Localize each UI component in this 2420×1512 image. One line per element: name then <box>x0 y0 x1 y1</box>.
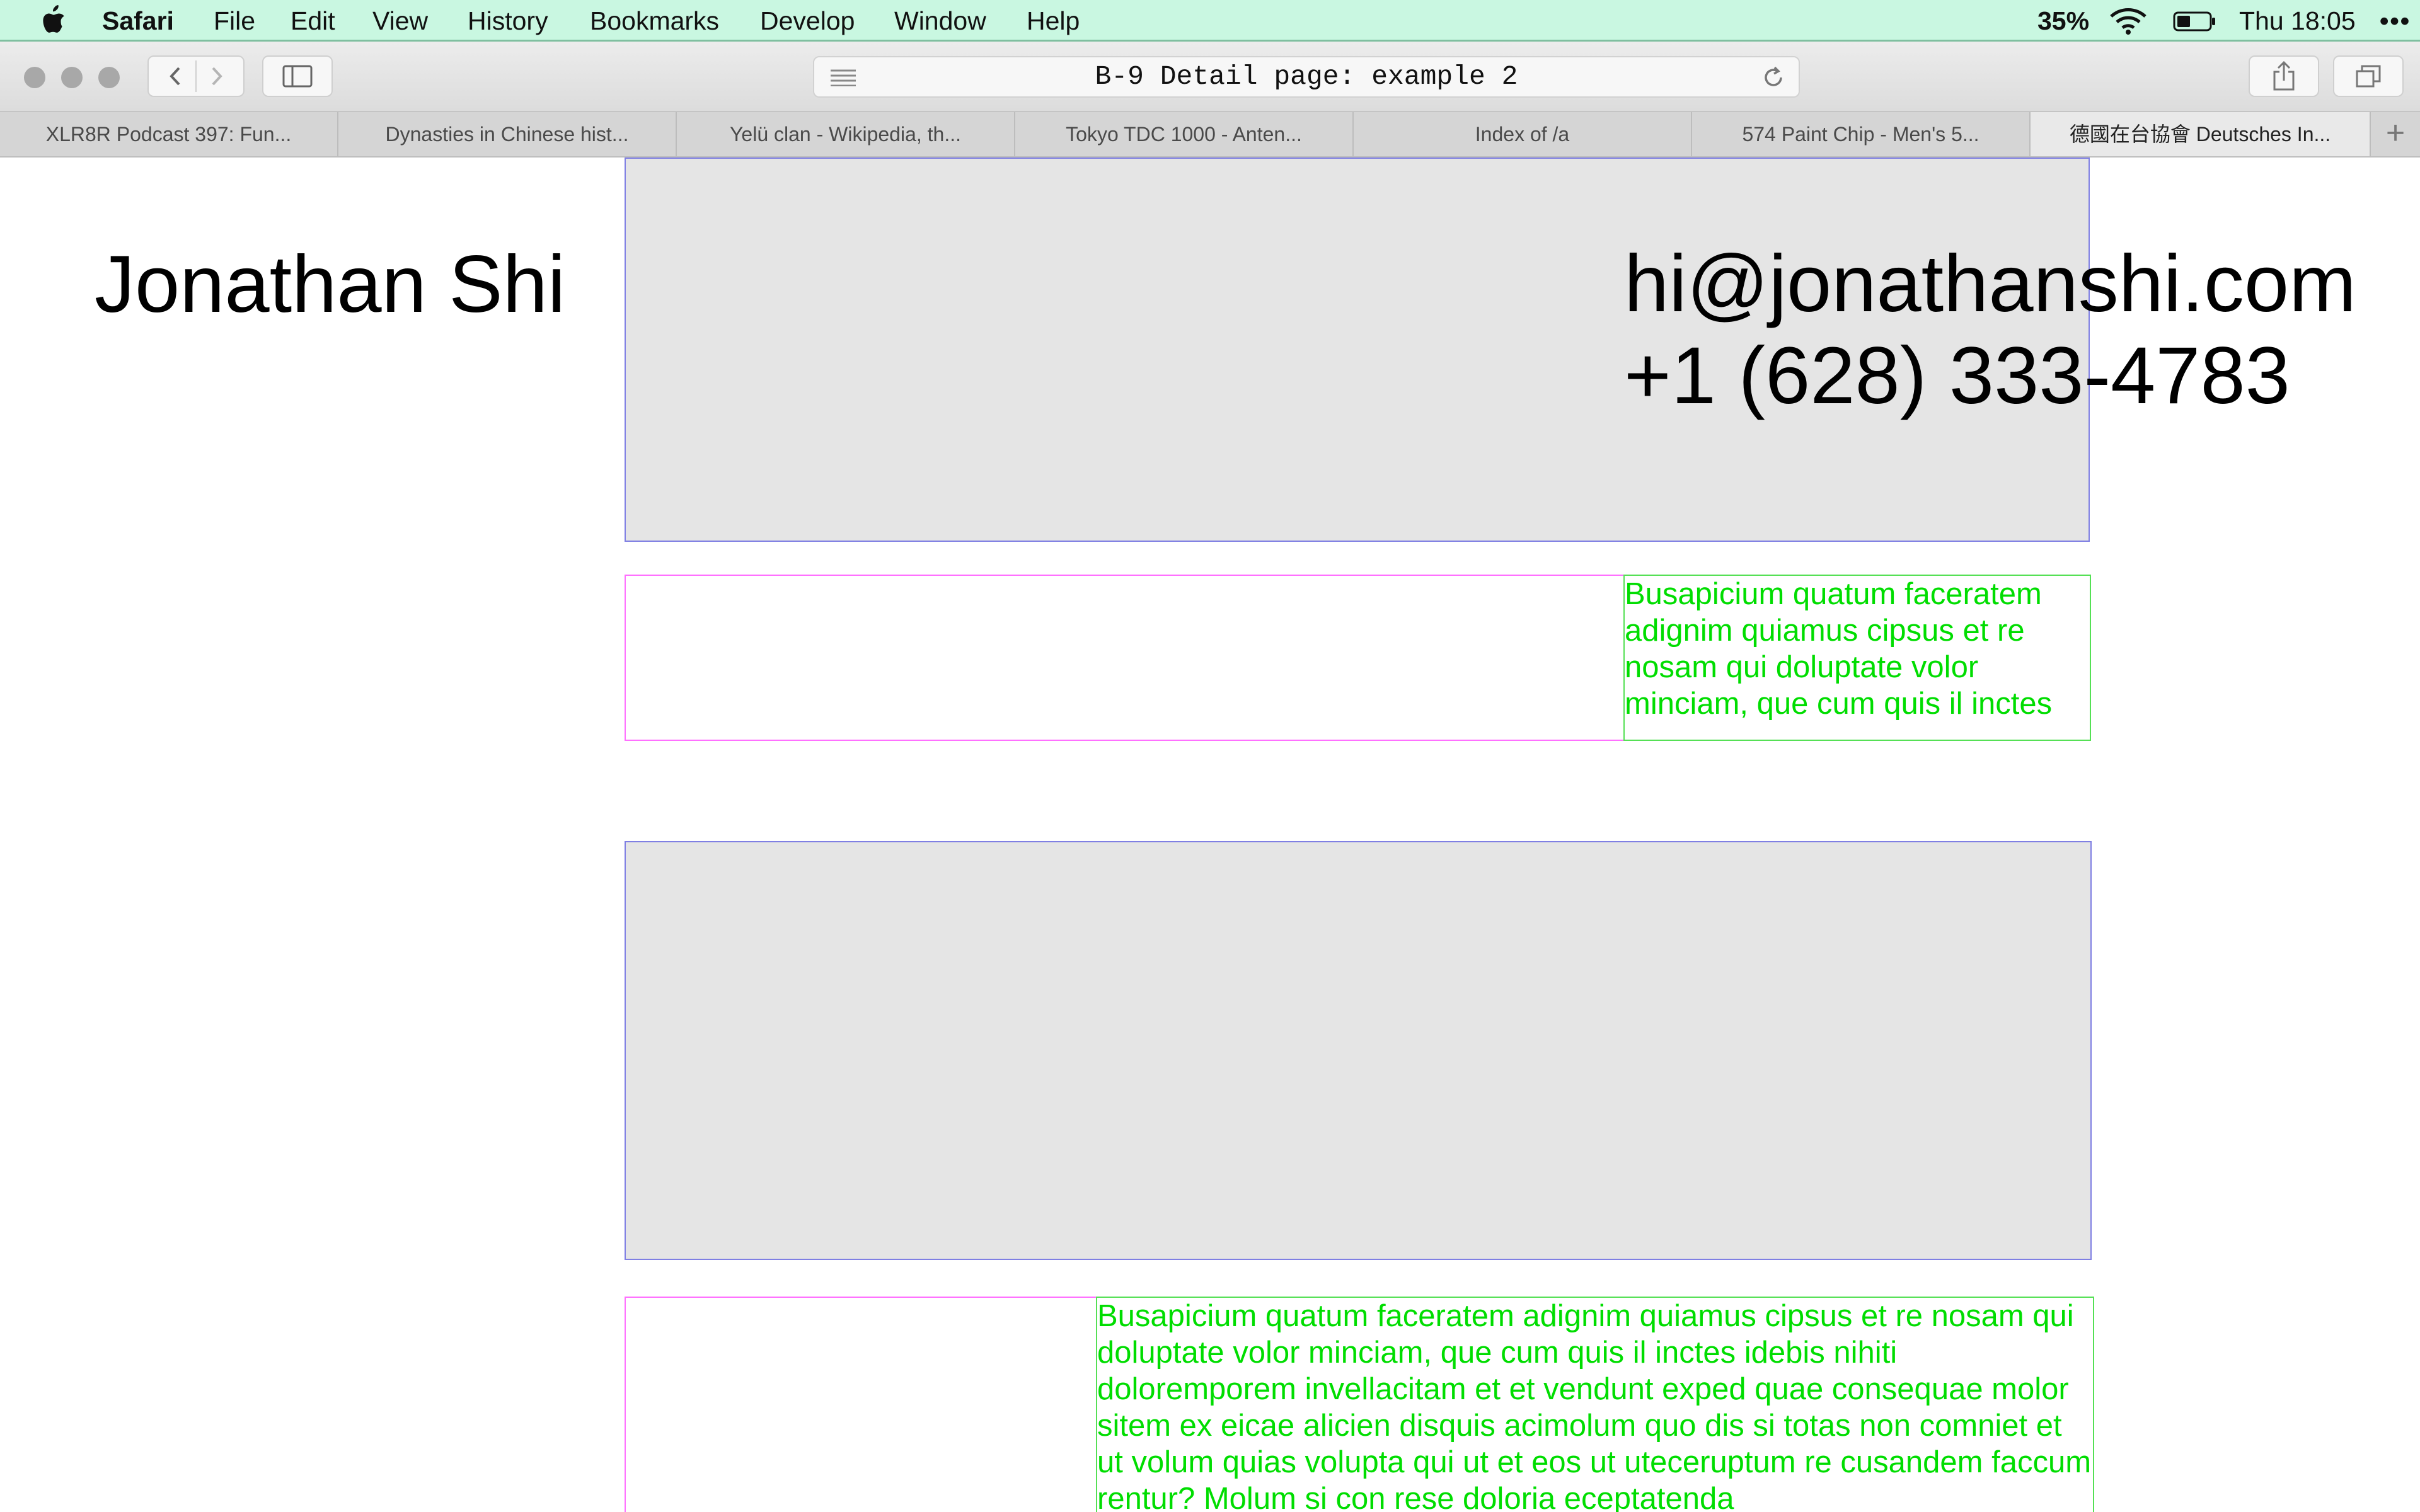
browser-toolbar: B-9 Detail page: example 2 <box>0 42 2420 112</box>
menu-bar: Safari File Edit View History Bookmarks … <box>0 0 2420 42</box>
new-tab-button[interactable]: + <box>2371 112 2420 156</box>
caption-block-2: Busapicium quatum faceratem adignim quia… <box>1096 1297 2094 1512</box>
sidebar-button[interactable] <box>262 55 333 97</box>
menu-help[interactable]: Help <box>1027 0 1080 42</box>
menu-view[interactable]: View <box>372 0 428 42</box>
minimize-window-button[interactable] <box>61 67 83 88</box>
contact-phone[interactable]: +1 (628) 333-4783 <box>1624 330 2356 422</box>
caption-block-1: Busapicium quatum faceratem adignim quia… <box>1623 575 2091 741</box>
share-button[interactable] <box>2249 55 2319 97</box>
battery-percent[interactable]: 35% <box>2037 0 2089 42</box>
address-bar[interactable]: B-9 Detail page: example 2 <box>813 56 1800 98</box>
wifi-icon[interactable] <box>2109 6 2148 35</box>
tab-dynasties[interactable]: Dynasties in Chinese hist... <box>338 112 677 156</box>
menu-file[interactable]: File <box>214 0 255 42</box>
show-all-tabs-button[interactable] <box>2333 55 2404 97</box>
menu-history[interactable]: History <box>468 0 548 42</box>
share-icon <box>2273 60 2295 91</box>
sidebar-icon <box>282 65 313 88</box>
tab-xlr8r-podcast[interactable]: XLR8R Podcast 397: Fun... <box>0 112 338 156</box>
back-forward-group <box>147 55 245 97</box>
pink-outline-box-1 <box>625 575 1625 741</box>
site-author-name[interactable]: Jonathan Shi <box>95 238 565 331</box>
menu-app-name[interactable]: Safari <box>102 0 174 42</box>
close-window-button[interactable] <box>24 67 45 88</box>
menu-develop[interactable]: Develop <box>760 0 855 42</box>
back-icon[interactable] <box>170 67 180 86</box>
back-forward-icons <box>170 60 222 92</box>
menu-bookmarks[interactable]: Bookmarks <box>590 0 719 42</box>
web-page-content: Jonathan Shi hi@jonathanshi.com +1 (628)… <box>0 158 2420 1512</box>
tabs-overview-icon <box>2356 65 2381 88</box>
menu-clock[interactable]: Thu 18:05 <box>2239 0 2356 42</box>
apple-icon[interactable] <box>39 5 66 37</box>
tab-yelu-clan[interactable]: Yelü clan - Wikipedia, th... <box>677 112 1015 156</box>
menu-window[interactable]: Window <box>894 0 986 42</box>
contact-email[interactable]: hi@jonathanshi.com <box>1624 238 2356 330</box>
tab-deutsches-institut[interactable]: 德國在台協會 Deutsches In... <box>2031 112 2371 156</box>
forward-icon[interactable] <box>212 67 222 86</box>
tab-paint-chip[interactable]: 574 Paint Chip - Men's 5... <box>1692 112 2031 156</box>
menu-edit[interactable]: Edit <box>291 0 335 42</box>
pink-outline-box-2 <box>625 1297 1097 1512</box>
tab-index-of-a[interactable]: Index of /a <box>1354 112 1692 156</box>
notification-center-icon[interactable]: ••• <box>2380 0 2411 42</box>
image-placeholder-2 <box>625 841 2092 1260</box>
contact-block: hi@jonathanshi.com +1 (628) 333-4783 <box>1624 238 2356 422</box>
tab-bar: XLR8R Podcast 397: Fun... Dynasties in C… <box>0 112 2420 158</box>
battery-icon[interactable] <box>2173 11 2217 32</box>
address-url[interactable]: B-9 Detail page: example 2 <box>814 57 1799 96</box>
reload-icon[interactable] <box>1761 65 1786 90</box>
tab-tokyo-tdc[interactable]: Tokyo TDC 1000 - Anten... <box>1015 112 1354 156</box>
zoom-window-button[interactable] <box>98 67 120 88</box>
